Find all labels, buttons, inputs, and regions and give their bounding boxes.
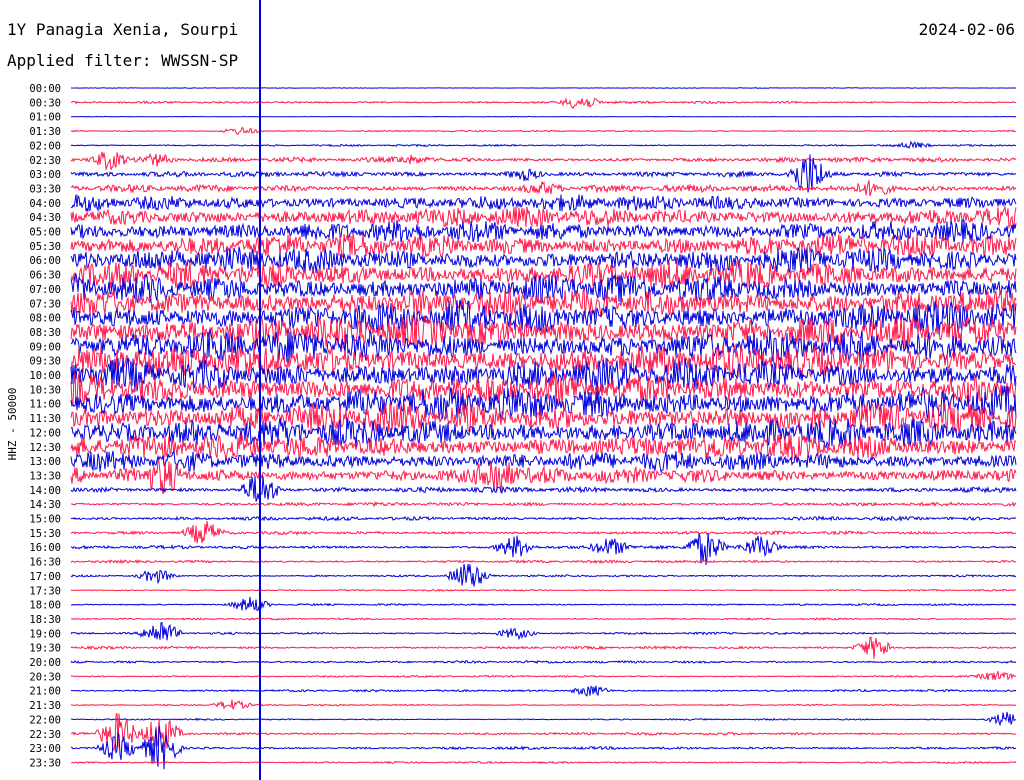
trace-row (70, 699, 1017, 710)
time-label: 15:00 (29, 514, 61, 526)
time-label: 16:30 (29, 557, 61, 569)
trace-row (70, 617, 1017, 621)
time-label: 01:00 (29, 112, 61, 124)
trace-row (70, 126, 1017, 135)
trace-row (70, 385, 1017, 420)
time-label: 17:30 (29, 585, 61, 597)
trace-row (70, 533, 1017, 565)
time-label: 10:30 (29, 384, 61, 396)
time-label: 23:00 (29, 743, 61, 755)
trace-group (70, 0, 1017, 780)
time-label: 21:00 (29, 686, 61, 698)
time-label: 19:30 (29, 643, 61, 655)
time-label: 23:30 (29, 757, 61, 769)
time-label: 05:00 (29, 227, 61, 239)
time-label: 11:00 (29, 399, 61, 411)
trace-row (70, 219, 1017, 244)
time-label: 09:00 (29, 341, 61, 353)
time-label: 22:00 (29, 714, 61, 726)
trace-row (70, 685, 1017, 697)
trace-row (70, 588, 1017, 592)
time-label: 04:30 (29, 212, 61, 224)
time-label: 03:00 (29, 169, 61, 181)
trace-row (71, 115, 1017, 118)
time-label: 07:00 (29, 284, 61, 296)
trace-row (71, 596, 1017, 611)
trace-row (70, 636, 1017, 659)
trace-row (70, 558, 1017, 565)
time-label: 18:00 (29, 600, 61, 612)
time-label: 16:00 (29, 542, 61, 554)
time-label: 06:30 (29, 270, 61, 282)
trace-row (70, 180, 1017, 197)
time-label: 08:00 (29, 313, 61, 325)
trace-row (70, 151, 1017, 171)
time-label: 00:00 (29, 83, 61, 95)
time-label: 15:30 (29, 528, 61, 540)
time-label: 02:30 (29, 155, 61, 167)
trace-row (70, 233, 1017, 259)
trace-row (70, 621, 1017, 641)
trace-row (70, 140, 1017, 150)
time-label: 11:30 (29, 413, 61, 425)
helicorder-plot: 00:00 00:30 01:00 01:30 02:00 02:30 03:00 03:30… (6, 0, 1017, 780)
time-label: 08:30 (29, 327, 61, 339)
time-label: 13:30 (29, 470, 61, 482)
time-label: 20:00 (29, 657, 61, 669)
time-label: 04:00 (29, 198, 61, 210)
trace-row (70, 500, 1017, 508)
time-label: 09:30 (29, 356, 61, 368)
time-label: 01:30 (29, 126, 61, 138)
time-label: 21:30 (29, 700, 61, 712)
time-label: 17:00 (29, 571, 61, 583)
time-label: 20:30 (29, 671, 61, 683)
time-label: 12:00 (29, 427, 61, 439)
trace-row (70, 521, 1017, 544)
time-label: 03:30 (29, 183, 61, 195)
trace-row (70, 670, 1017, 681)
y-axis-label: HHZ - 50000 (6, 388, 19, 461)
trace-row (70, 563, 1017, 587)
time-label: 22:30 (29, 729, 61, 741)
time-label: 07:30 (29, 298, 61, 310)
time-label: 14:30 (29, 499, 61, 511)
time-label: 02:00 (29, 140, 61, 152)
trace-row (70, 433, 1017, 462)
trace-row (70, 660, 1017, 665)
time-label: 06:00 (29, 255, 61, 267)
time-label: 19:00 (29, 628, 61, 640)
trace-row (71, 87, 1016, 89)
time-label: 05:30 (29, 241, 61, 253)
time-label: 14:00 (29, 485, 61, 497)
trace-row (70, 515, 1017, 522)
time-label: 12:30 (29, 442, 61, 454)
time-label: 18:30 (29, 614, 61, 626)
time-label-group: 00:00 00:30 01:00 01:30 02:00 02:30 03:00 03:30… (29, 83, 61, 769)
time-label: 10:00 (29, 370, 61, 382)
trace-row (71, 711, 1017, 727)
time-label: 00:30 (29, 97, 61, 109)
trace-row (70, 194, 1017, 213)
time-label: 13:00 (29, 456, 61, 468)
trace-row (70, 760, 1017, 765)
trace-row (70, 97, 1017, 110)
